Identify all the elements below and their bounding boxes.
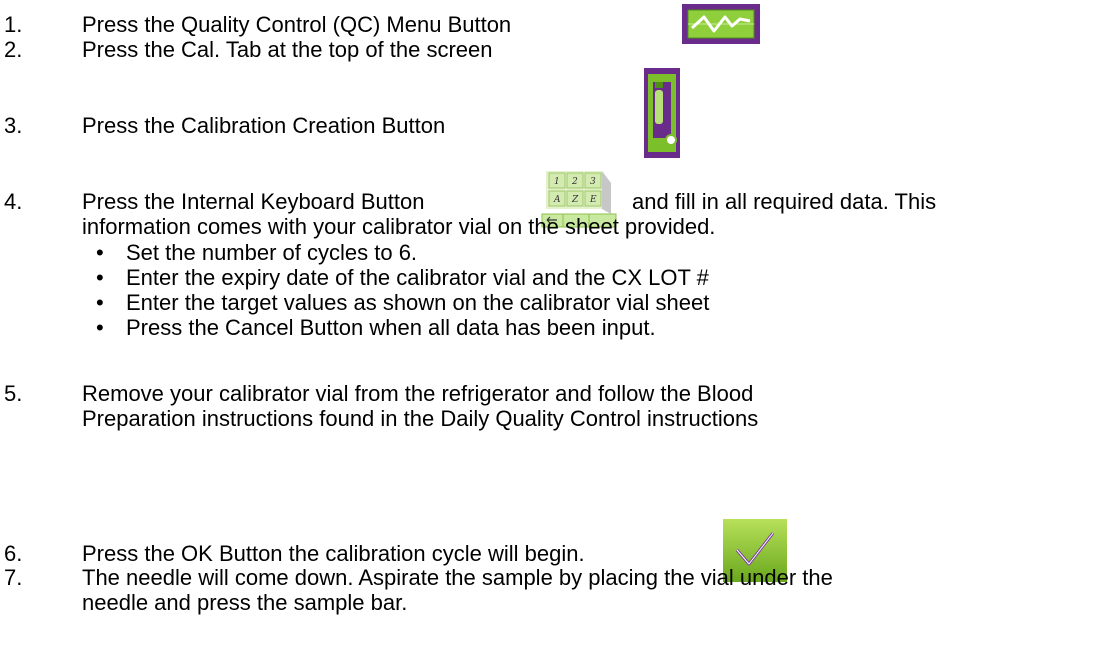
step-5-text: Remove your calibrator vial from the ref… [82, 381, 754, 406]
step-5-number: 5. [4, 381, 23, 406]
step-3-text: Press the Calibration Creation Button [82, 113, 446, 138]
step-4-text-after: and fill in all required data. This [632, 189, 937, 214]
calibration-creation-icon [644, 68, 680, 158]
bullet-item: Set the number of cycles to 6. [126, 240, 418, 265]
keyboard-key: Z [571, 195, 579, 205]
step-7-number: 7. [4, 565, 23, 590]
step-5-text-cont: Preparation instructions found in the Da… [82, 406, 759, 431]
step-2-text: Press the Cal. Tab at the top of the scr… [82, 37, 493, 62]
bullet-item: Enter the expiry date of the calibrator … [126, 265, 709, 290]
step-4-text: Press the Internal Keyboard Button [82, 189, 425, 214]
step-6-number: 6. [4, 541, 23, 566]
qc-waveform-icon [682, 4, 760, 44]
step-1-text: Press the Quality Control (QC) Menu Butt… [82, 12, 512, 37]
keyboard-key: 1 [554, 177, 560, 187]
keyboard-key: A [553, 195, 561, 205]
step-4-number: 4. [4, 189, 23, 214]
bullet-marker: • [96, 290, 104, 315]
bullet-item: Enter the target values as shown on the … [126, 290, 710, 315]
bullet-marker: • [96, 315, 104, 340]
step-6-text: Press the OK Button the calibration cycl… [82, 541, 585, 566]
keyboard-key: 3 [590, 177, 596, 187]
step-4-text-cont: information comes with your calibrator v… [82, 214, 716, 239]
step-2-number: 2. [4, 37, 23, 62]
bullet-marker: • [96, 265, 104, 290]
keyboard-key: 2 [571, 177, 578, 187]
bullet-marker: • [96, 240, 104, 265]
step-7-text: The needle will come down. Aspirate the … [82, 565, 833, 590]
keyboard-key: E [589, 195, 597, 205]
step-3-number: 3. [4, 113, 23, 138]
bullet-item: Press the Cancel Button when all data ha… [126, 315, 656, 340]
step-7-text-cont: needle and press the sample bar. [82, 590, 408, 615]
step-1-number: 1. [4, 12, 23, 37]
